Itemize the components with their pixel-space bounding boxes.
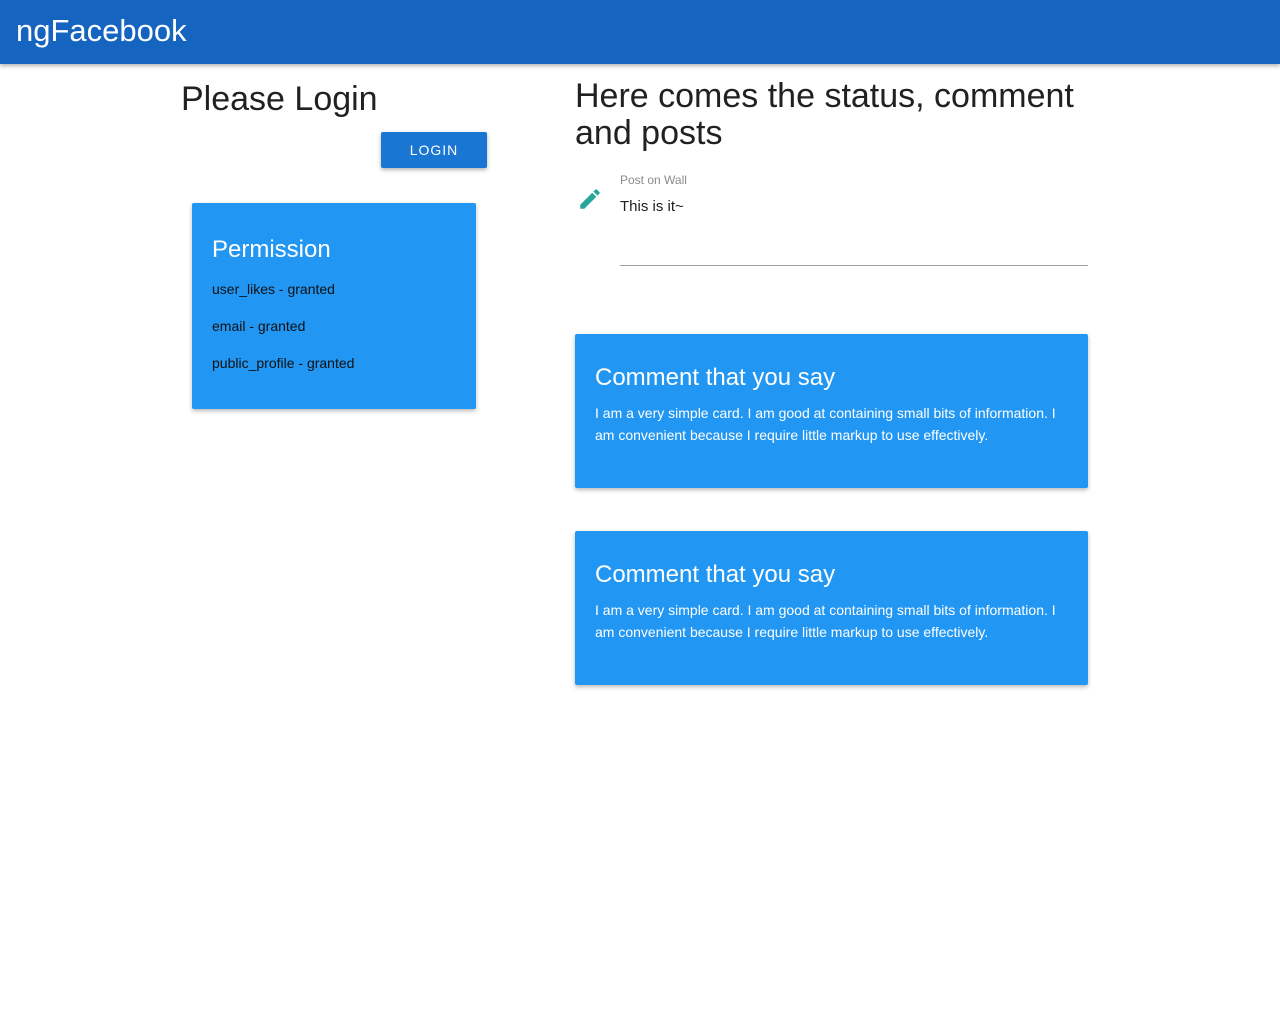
pencil-icon: [577, 186, 603, 212]
login-heading: Please Login: [181, 80, 378, 118]
post-on-wall-input[interactable]: This is it~: [620, 197, 1088, 217]
permission-item-email: email - granted: [212, 318, 306, 334]
comment-title: Comment that you say: [595, 364, 836, 391]
post-on-wall-label: Post on Wall: [620, 173, 687, 187]
post-on-wall-underline: [620, 265, 1088, 266]
permission-list: user_likes - granted email - granted pub…: [212, 279, 354, 390]
app-toolbar: ngFacebook: [0, 0, 1280, 64]
app-title: ngFacebook: [16, 13, 187, 48]
permission-item-user-likes: user_likes - granted: [212, 281, 335, 297]
permission-card: Permission user_likes - granted email - …: [192, 203, 476, 409]
comment-title: Comment that you say: [595, 561, 836, 588]
comment-card: Comment that you say I am a very simple …: [575, 531, 1088, 685]
comment-card: Comment that you say I am a very simple …: [575, 334, 1088, 488]
comment-body: I am a very simple card. I am good at co…: [595, 602, 1056, 640]
permission-title: Permission: [212, 236, 331, 263]
main-heading: Here comes the status, comment and posts: [575, 77, 1074, 152]
login-button[interactable]: LOGIN: [381, 132, 487, 168]
comment-body: I am a very simple card. I am good at co…: [595, 405, 1056, 443]
permission-item-public-profile: public_profile - granted: [212, 355, 355, 371]
